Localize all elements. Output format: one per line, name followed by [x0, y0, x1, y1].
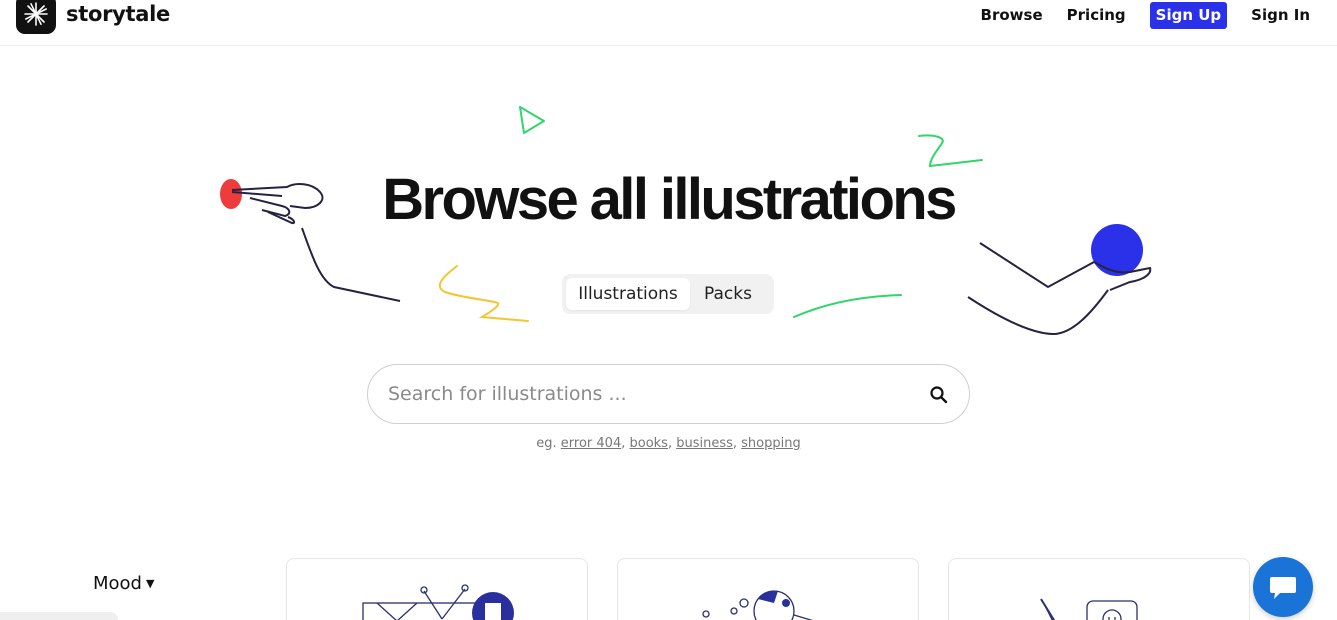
- site-header: storytale Browse Pricing Sign Up Sign In: [0, 0, 1337, 46]
- illustration-thumbnail: [702, 590, 813, 620]
- search-bar: [367, 364, 970, 424]
- tab-illustrations[interactable]: Illustrations: [566, 278, 690, 310]
- illustration-thumbnail: [362, 584, 514, 620]
- chat-widget-button[interactable]: [1253, 557, 1313, 617]
- illustration-card[interactable]: [617, 558, 919, 620]
- mood-filter-label: Mood: [93, 573, 142, 594]
- search-examples: eg. error 404, books, business, shopping: [536, 436, 801, 451]
- search-input[interactable]: [388, 365, 908, 423]
- nav-pricing-link[interactable]: Pricing: [1067, 6, 1126, 24]
- tab-packs[interactable]: Packs: [690, 278, 766, 310]
- zigzag-doodle-yellow: [438, 265, 529, 322]
- illustration-card[interactable]: [948, 558, 1250, 620]
- sign-up-button[interactable]: Sign Up: [1149, 1, 1228, 29]
- zigzag-doodle-green: [918, 134, 983, 168]
- page-title: Browse all illustrations: [382, 167, 957, 232]
- content-type-toggle: Illustrations Packs: [562, 274, 774, 314]
- chevron-down-icon: ▼: [145, 577, 155, 590]
- mood-filter-dropdown[interactable]: Mood ▼: [93, 573, 154, 594]
- example-link-business[interactable]: business: [676, 436, 733, 451]
- chat-icon: [1270, 577, 1296, 599]
- example-link-shopping[interactable]: shopping: [741, 436, 801, 451]
- illustration-thumbnail: [1040, 598, 1138, 620]
- sparkle-icon: [16, 0, 56, 34]
- hand-with-ball-illustration: [967, 224, 1152, 336]
- sidebar-tab[interactable]: [0, 612, 118, 620]
- example-link-books[interactable]: books: [629, 436, 667, 451]
- curve-doodle-green: [793, 294, 902, 318]
- illustration-card[interactable]: [286, 558, 588, 620]
- nav-browse-link[interactable]: Browse: [981, 6, 1043, 24]
- sign-in-link[interactable]: Sign In: [1251, 6, 1310, 24]
- example-link-error-404[interactable]: error 404: [561, 436, 621, 451]
- logo[interactable]: storytale: [16, 0, 170, 34]
- triangle-doodle: [519, 106, 545, 134]
- top-nav: Browse Pricing Sign Up Sign In: [981, 0, 1337, 30]
- logo-text: storytale: [66, 2, 170, 26]
- search-icon[interactable]: [929, 385, 949, 405]
- examples-prefix: eg.: [536, 436, 557, 451]
